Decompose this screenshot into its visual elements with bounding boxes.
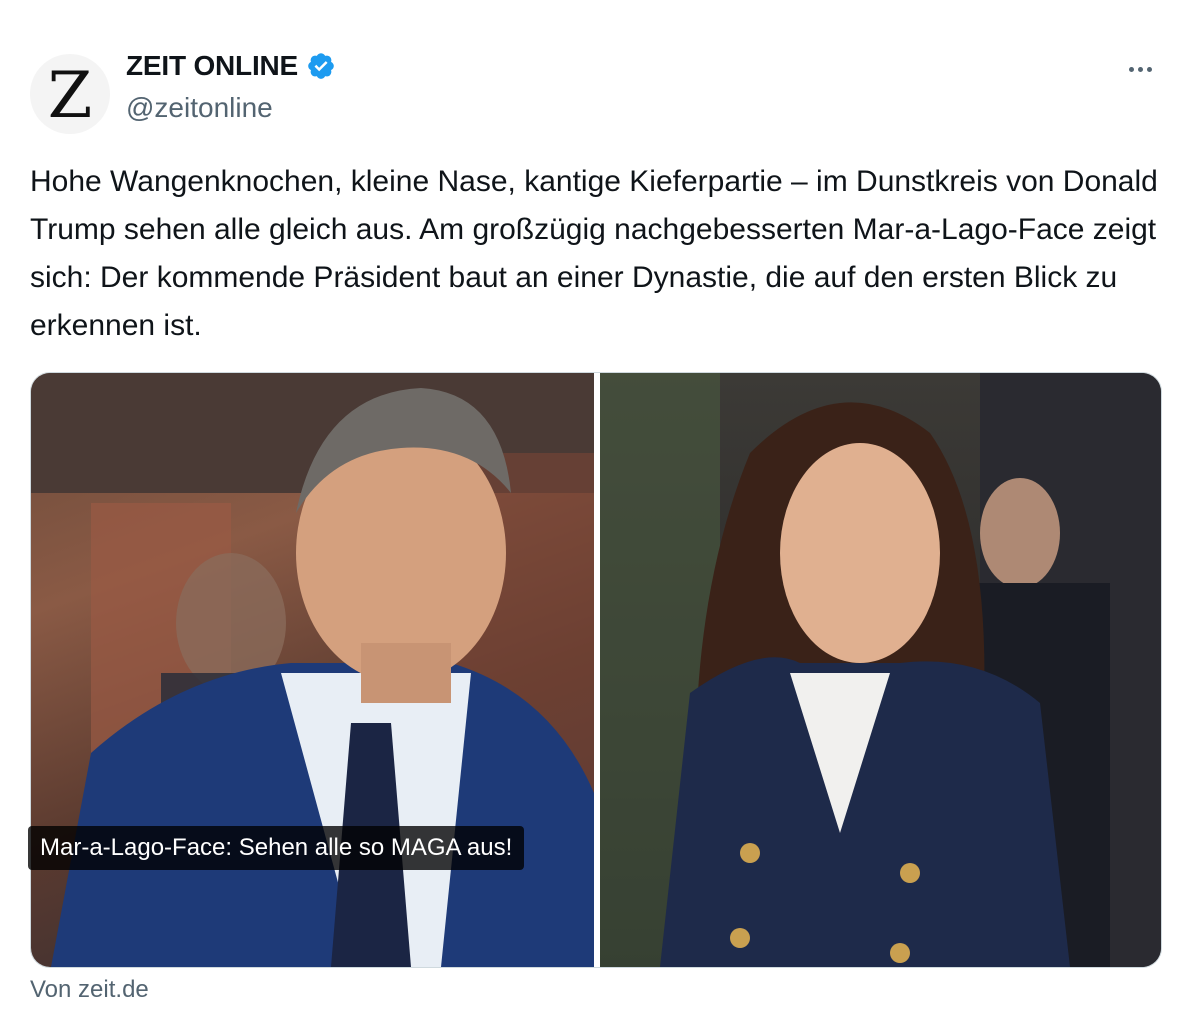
link-source[interactable]: Von zeit.de xyxy=(30,976,149,1004)
display-name[interactable]: ZEIT ONLINE xyxy=(126,50,298,82)
link-card-media[interactable] xyxy=(30,372,1162,968)
more-horizontal-icon[interactable] xyxy=(1120,54,1160,84)
tweet-text: Hohe Wangenknochen, kleine Nase, kantige… xyxy=(30,165,1158,342)
tweet-header: Z ZEIT ONLINE @zeitonline xyxy=(30,44,1160,144)
avatar-logo: Z xyxy=(47,59,93,133)
photo-woman-in-navy-blazer xyxy=(600,373,1161,967)
link-card-title[interactable]: Mar-a-Lago-Face: Sehen alle so MAGA aus! xyxy=(28,826,525,870)
verified-badge-icon xyxy=(308,53,334,79)
avatar[interactable]: Z xyxy=(30,54,110,134)
display-name-row: ZEIT ONLINE xyxy=(126,50,336,82)
tweet: Z ZEIT ONLINE @zeitonline Hohe Wangenkno… xyxy=(0,0,1184,1012)
handle[interactable]: @zeitonline xyxy=(126,92,336,124)
photo-man-in-blue-suit xyxy=(31,373,594,967)
author-names: ZEIT ONLINE @zeitonline xyxy=(126,50,336,124)
